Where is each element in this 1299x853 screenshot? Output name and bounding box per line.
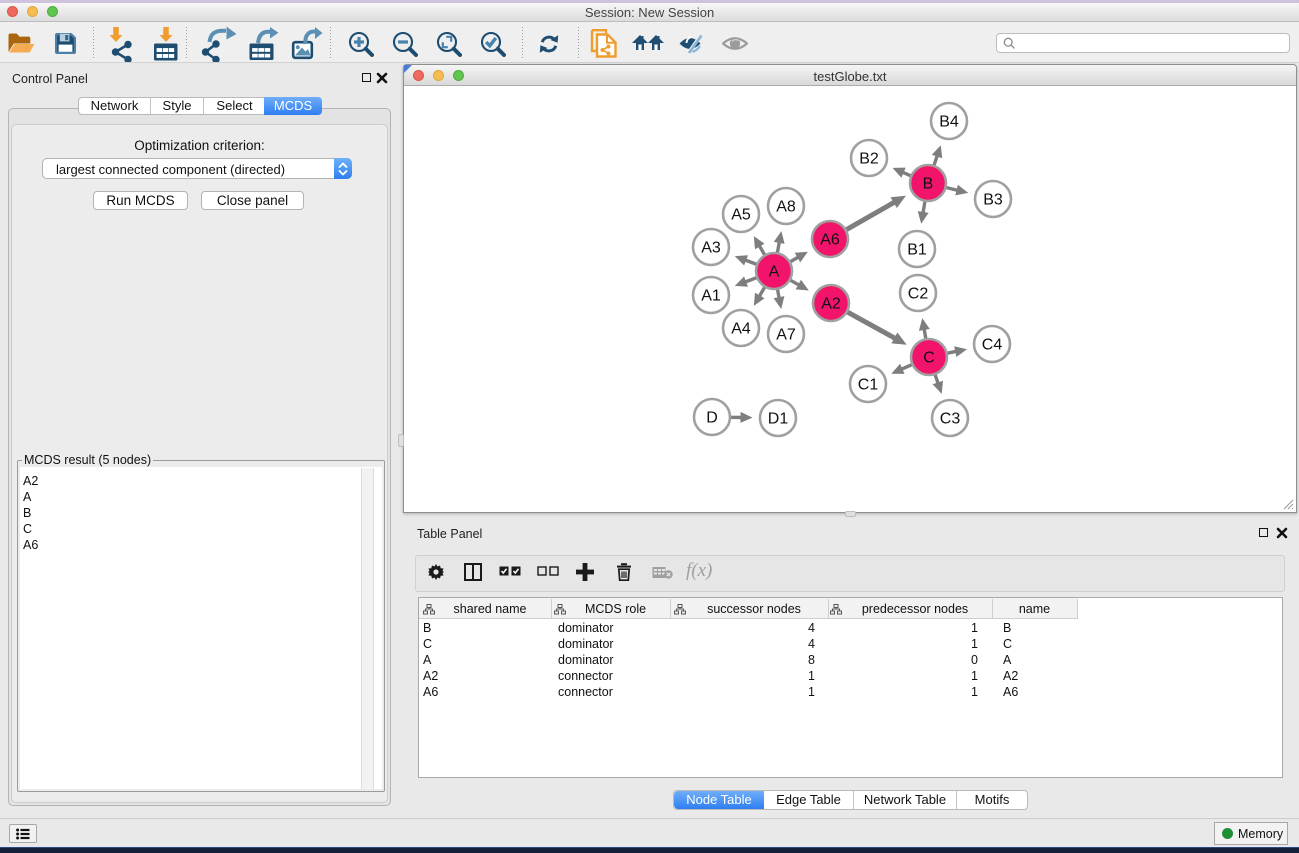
svg-text:C3: C3	[940, 411, 961, 428]
svg-text:A: A	[769, 264, 780, 281]
svg-text:A2: A2	[821, 296, 841, 313]
svg-text:A8: A8	[776, 199, 796, 216]
svg-text:B4: B4	[939, 114, 959, 131]
svg-text:B2: B2	[859, 151, 879, 168]
svg-text:D: D	[706, 410, 718, 427]
svg-text:C4: C4	[982, 337, 1003, 354]
svg-text:D1: D1	[768, 411, 789, 428]
svg-text:A4: A4	[731, 321, 751, 338]
svg-text:C: C	[923, 350, 935, 367]
svg-text:A1: A1	[701, 288, 721, 305]
svg-text:B1: B1	[907, 242, 927, 259]
svg-text:B: B	[923, 176, 934, 193]
svg-text:A3: A3	[701, 240, 721, 257]
svg-text:B3: B3	[983, 192, 1003, 209]
svg-text:C2: C2	[908, 286, 929, 303]
svg-text:A5: A5	[731, 207, 751, 224]
svg-text:C1: C1	[858, 377, 879, 394]
svg-text:A6: A6	[820, 232, 840, 249]
svg-text:A7: A7	[776, 327, 796, 344]
